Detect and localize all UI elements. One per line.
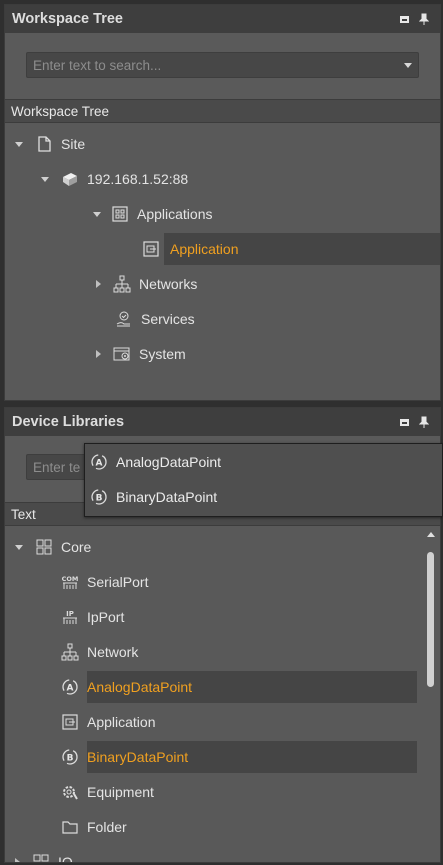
collapse-arrow-icon[interactable] <box>15 858 20 862</box>
dropdown-arrow-icon[interactable] <box>404 62 412 68</box>
svg-text:IP: IP <box>66 610 74 618</box>
tree-item-services[interactable]: Services <box>115 303 435 335</box>
binary-datapoint-icon: B <box>90 488 108 506</box>
equipment-icon <box>61 783 79 801</box>
column-header-label: Workspace Tree <box>11 103 110 119</box>
tree-item-equipment[interactable]: Equipment <box>61 776 420 808</box>
grid-icon <box>32 853 50 862</box>
tree-item-label: Application <box>87 714 156 730</box>
folder-icon <box>61 818 79 836</box>
ip-port-icon: IP <box>61 608 79 626</box>
popup-item-binarydatapoint[interactable]: B BinaryDataPoint <box>85 479 442 514</box>
pin-icon[interactable] <box>414 413 434 431</box>
libraries-tree: Core COM SerialPort IP IpPort Network A … <box>5 526 440 862</box>
workspace-tree: Site 192.168.1.52:88 Applications Applic… <box>5 123 440 400</box>
tree-item-label: AnalogDataPoint <box>87 679 193 695</box>
tree-item-label: Folder <box>87 819 127 835</box>
tree-item-label: Networks <box>139 276 198 292</box>
workspace-tree-header: Workspace Tree <box>5 5 440 33</box>
tree-item-label: Core <box>61 539 92 555</box>
tree-item-folder[interactable]: Folder <box>61 811 420 843</box>
tree-item-label: Application <box>170 241 239 257</box>
device-libraries-header: Device Libraries <box>5 408 440 436</box>
svg-text:A: A <box>67 684 74 694</box>
server-icon <box>61 170 79 188</box>
libraries-search-input[interactable]: Enter te <box>26 454 86 480</box>
workspace-tree-panel: Workspace Tree Enter text to search... W… <box>4 4 441 401</box>
tree-item-label: Equipment <box>87 784 154 800</box>
application-icon <box>61 713 79 731</box>
collapse-arrow-icon[interactable] <box>96 280 101 288</box>
device-libraries-title: Device Libraries <box>12 414 125 430</box>
tree-item-label: Services <box>141 311 195 327</box>
page-icon <box>35 135 53 153</box>
workspace-column-header[interactable]: Workspace Tree <box>5 99 440 123</box>
applications-icon <box>111 205 129 223</box>
tree-item-binarydatapoint-content[interactable]: B BinaryDataPoint <box>61 741 420 773</box>
vertical-scrollbar[interactable] <box>426 532 436 862</box>
tree-item-serialport[interactable]: COM SerialPort <box>61 566 420 598</box>
tree-item-network[interactable]: Network <box>61 636 420 668</box>
expand-arrow-icon[interactable] <box>15 544 23 550</box>
svg-text:B: B <box>96 493 103 503</box>
expand-arrow-icon[interactable] <box>93 211 101 217</box>
search-placeholder: Enter te <box>33 459 81 475</box>
services-icon <box>115 310 133 328</box>
application-icon <box>142 240 160 258</box>
tree-item-application[interactable]: Application <box>61 706 420 738</box>
tree-item-label: 192.168.1.52:88 <box>87 171 189 187</box>
tree-item-site[interactable]: Site <box>15 128 435 160</box>
popup-item-label: AnalogDataPoint <box>116 453 222 470</box>
collapse-arrow-icon[interactable] <box>96 350 101 358</box>
tree-item-core[interactable]: Core <box>15 531 420 563</box>
system-icon <box>113 345 131 363</box>
tree-item-label: Network <box>87 644 139 660</box>
workspace-tree-title: Workspace Tree <box>12 11 123 27</box>
selection-highlight: Application <box>164 233 440 265</box>
svg-text:COM: COM <box>62 575 79 583</box>
tree-item-ipport[interactable]: IP IpPort <box>61 601 420 633</box>
tree-item-label: SerialPort <box>87 574 149 590</box>
tree-item-io[interactable]: IO <box>15 846 420 862</box>
pin-icon[interactable] <box>414 10 434 28</box>
expand-arrow-icon[interactable] <box>41 176 49 182</box>
tree-item-analogdatapoint-content[interactable]: A AnalogDataPoint <box>61 671 420 703</box>
tree-item-application[interactable]: Application <box>140 233 440 265</box>
binary-datapoint-icon: B <box>61 748 79 766</box>
maximize-icon[interactable] <box>394 10 414 28</box>
network-icon <box>61 643 79 661</box>
analog-datapoint-icon: A <box>61 678 79 696</box>
svg-text:B: B <box>67 754 74 764</box>
tree-item-networks[interactable]: Networks <box>96 268 435 300</box>
network-icon <box>113 275 131 293</box>
tree-item-applications[interactable]: Applications <box>93 198 435 230</box>
tree-item-label: Site <box>61 136 86 152</box>
analog-datapoint-icon: A <box>90 453 108 471</box>
tree-item-server[interactable]: 192.168.1.52:88 <box>41 163 435 195</box>
autocomplete-popup: A AnalogDataPoint B BinaryDataPoint <box>84 443 443 517</box>
scroll-up-arrow-icon[interactable] <box>427 532 435 537</box>
tree-item-label: IO <box>58 854 73 862</box>
tree-item-label: Applications <box>137 206 213 222</box>
workspace-search-input[interactable]: Enter text to search... <box>26 52 419 78</box>
expand-arrow-icon[interactable] <box>15 141 23 147</box>
tree-item-system[interactable]: System <box>96 338 435 370</box>
tree-item-label: System <box>139 346 186 362</box>
popup-item-label: BinaryDataPoint <box>116 488 218 505</box>
popup-item-analogdatapoint[interactable]: A AnalogDataPoint <box>85 444 442 479</box>
maximize-icon[interactable] <box>394 413 414 431</box>
grid-icon <box>35 538 53 556</box>
com-port-icon: COM <box>61 573 79 591</box>
svg-text:A: A <box>96 458 103 468</box>
tree-item-label: IpPort <box>87 609 125 625</box>
column-header-label: Text <box>11 506 36 522</box>
scroll-thumb[interactable] <box>427 552 434 687</box>
search-placeholder: Enter text to search... <box>33 57 162 73</box>
tree-item-label: BinaryDataPoint <box>87 749 189 765</box>
